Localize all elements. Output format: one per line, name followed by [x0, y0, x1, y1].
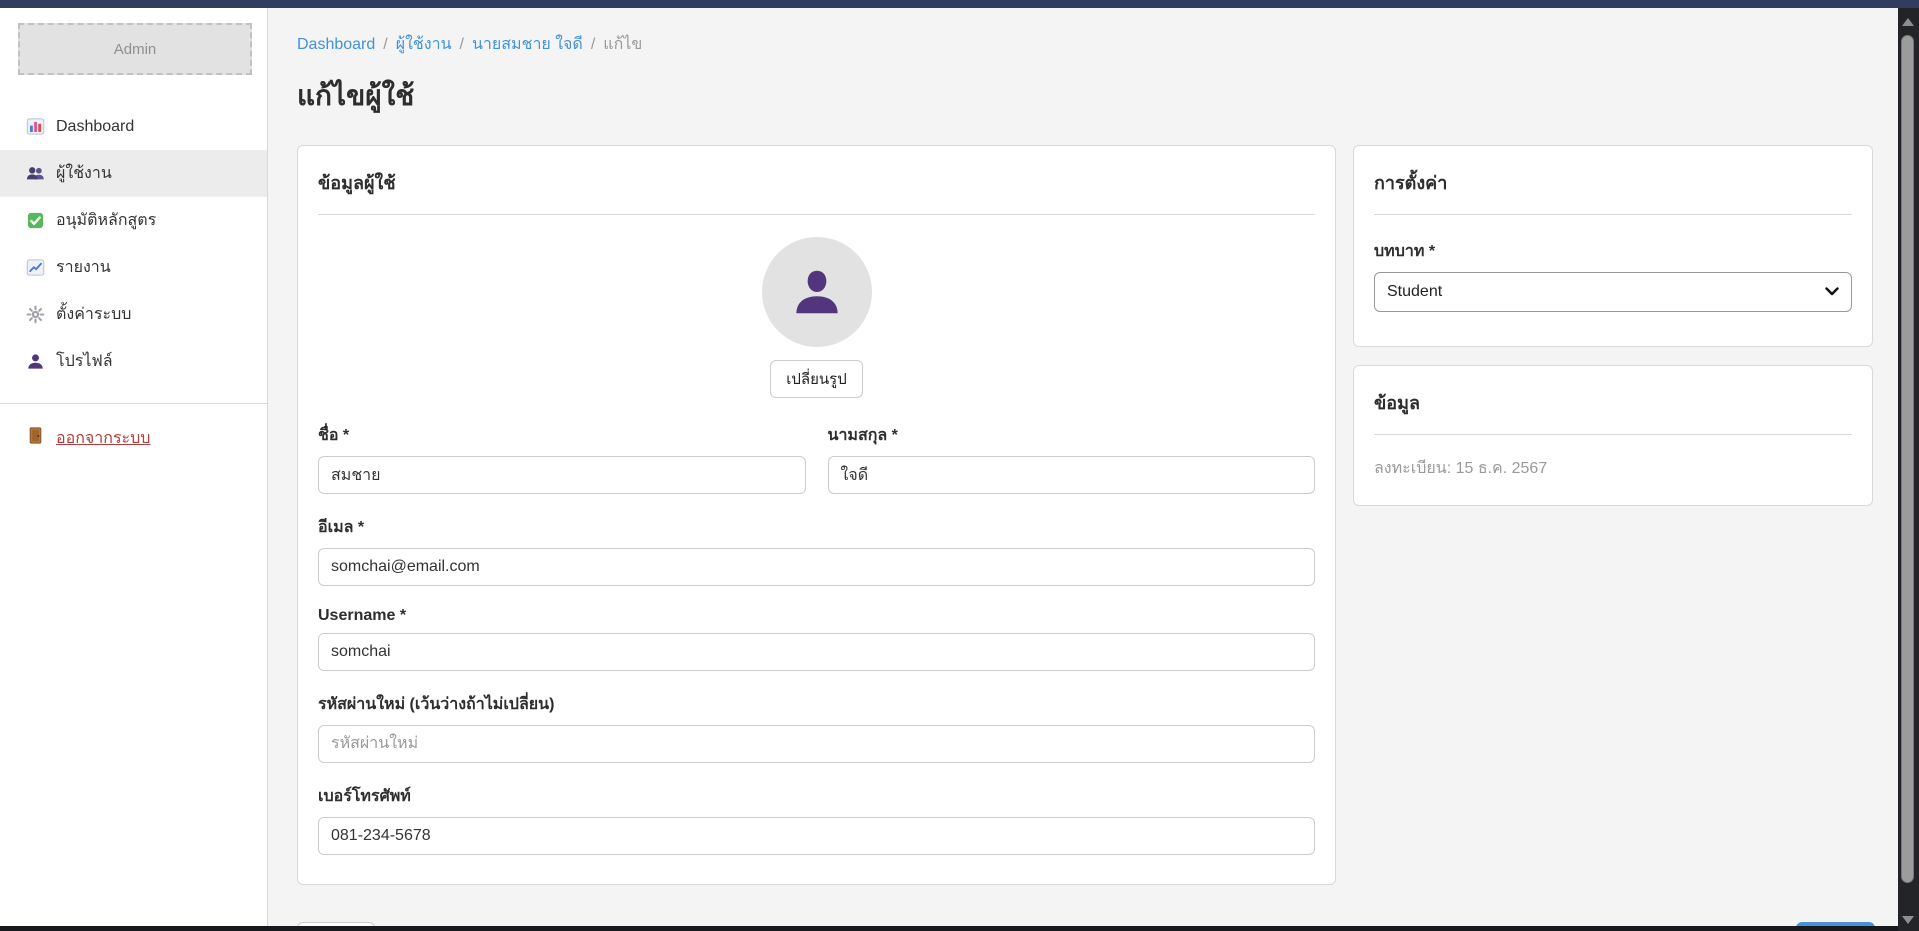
first-name-field-group: ชื่อ * — [318, 423, 806, 494]
password-field-group: รหัสผ่านใหม่ (เว้นว่างถ้าไม่เปลี่ยน) — [318, 692, 1315, 763]
breadcrumb-link-user-name[interactable]: นายสมชาย ใจดี — [472, 32, 583, 57]
settings-icon — [26, 305, 45, 324]
password-label: รหัสผ่านใหม่ (เว้นว่างถ้าไม่เปลี่ยน) — [318, 692, 1315, 717]
phone-label: เบอร์โทรศัพท์ — [318, 784, 1315, 809]
user-info-card-header: ข้อมูลผู้ใช้ — [318, 146, 1315, 215]
app-layout: Admin Dashboard ผู้ใช้งาน อนุมัติหลักสูต… — [0, 8, 1898, 926]
settings-card-header: การตั้งค่า — [1374, 146, 1852, 215]
breadcrumb: Dashboard / ผู้ใช้งาน / นายสมชาย ใจดี / … — [297, 32, 1875, 57]
window-scrollbar[interactable] — [1898, 8, 1919, 931]
logout-button[interactable]: ออกจากระบบ — [0, 418, 267, 458]
last-name-field-group: นามสกุล * — [828, 423, 1316, 494]
registered-date-text: ลงทะเบียน: 15 ธ.ค. 2567 — [1374, 456, 1852, 481]
page-title: แก้ไขผู้ใช้ — [297, 74, 1875, 118]
sidebar: Admin Dashboard ผู้ใช้งาน อนุมัติหลักสูต… — [0, 8, 268, 926]
sidebar-item-dashboard[interactable]: Dashboard — [0, 103, 267, 150]
username-field-group: Username * — [318, 607, 1315, 671]
phone-field-group: เบอร์โทรศัพท์ — [318, 784, 1315, 855]
info-card-header: ข้อมูล — [1374, 366, 1852, 435]
user-info-card: ข้อมูลผู้ใช้ เปลี่ยนรูป ชื่อ * นา — [297, 145, 1336, 885]
last-name-input[interactable] — [828, 456, 1316, 494]
window-top-bar — [0, 0, 1919, 8]
window-bottom-bar — [0, 926, 1919, 931]
avatar-section: เปลี่ยนรูป — [318, 237, 1315, 398]
last-name-label: นามสกุล * — [828, 423, 1316, 448]
sidebar-item-system-settings[interactable]: ตั้งค่าระบบ — [0, 291, 267, 338]
breadcrumb-current: แก้ไข — [603, 32, 642, 57]
info-card: ข้อมูล ลงทะเบียน: 15 ธ.ค. 2567 — [1353, 365, 1873, 506]
username-label: Username * — [318, 607, 1315, 625]
sidebar-divider — [0, 403, 267, 404]
new-password-input[interactable] — [318, 725, 1315, 763]
sidebar-item-label: ตั้งค่าระบบ — [56, 302, 131, 327]
sidebar-item-label: Dashboard — [56, 118, 134, 136]
door-icon — [26, 426, 45, 450]
side-column: การตั้งค่า บทบาท * Student ข้อมูล ลงทะเบ… — [1353, 145, 1873, 506]
phone-input[interactable] — [318, 817, 1315, 855]
role-label: บทบาท * — [1374, 239, 1852, 264]
sidebar-item-label: อนุมัติหลักสูตร — [56, 208, 156, 233]
sidebar-item-reports[interactable]: รายงาน — [0, 244, 267, 291]
breadcrumb-separator: / — [591, 36, 595, 54]
content-row: ข้อมูลผู้ใช้ เปลี่ยนรูป ชื่อ * นา — [297, 145, 1875, 885]
sidebar-item-profile[interactable]: โปรไฟล์ — [0, 338, 267, 385]
email-label: อีเมล * — [318, 515, 1315, 540]
main-content: Dashboard / ผู้ใช้งาน / นายสมชาย ใจดี / … — [268, 8, 1898, 926]
users-icon — [26, 164, 45, 183]
admin-logo-box: Admin — [18, 23, 252, 75]
sidebar-item-users[interactable]: ผู้ใช้งาน — [0, 150, 267, 197]
user-form: ชื่อ * นามสกุล * อีเมล * Username — [318, 423, 1315, 855]
change-photo-button[interactable]: เปลี่ยนรูป — [770, 360, 862, 398]
report-icon — [26, 258, 45, 277]
profile-icon — [26, 352, 45, 371]
username-input[interactable] — [318, 633, 1315, 671]
role-select[interactable]: Student — [1374, 272, 1852, 312]
scrollbar-down-arrow-icon[interactable] — [1902, 916, 1914, 924]
person-icon — [788, 263, 846, 321]
avatar — [762, 237, 872, 347]
breadcrumb-link-dashboard[interactable]: Dashboard — [297, 36, 375, 54]
sidebar-item-label: โปรไฟล์ — [56, 349, 113, 374]
breadcrumb-separator: / — [460, 36, 464, 54]
sidebar-nav: Dashboard ผู้ใช้งาน อนุมัติหลักสูตร รายง… — [0, 103, 267, 385]
sidebar-item-label: รายงาน — [56, 255, 111, 280]
email-field-group: อีเมล * — [318, 515, 1315, 586]
admin-logo-text: Admin — [114, 41, 157, 58]
breadcrumb-separator: / — [383, 36, 387, 54]
chevron-down-icon — [1825, 283, 1839, 301]
breadcrumb-link-users[interactable]: ผู้ใช้งาน — [396, 32, 452, 57]
settings-card: การตั้งค่า บทบาท * Student — [1353, 145, 1873, 347]
scrollbar-thumb[interactable] — [1901, 35, 1914, 883]
sidebar-item-label: ผู้ใช้งาน — [56, 161, 112, 186]
first-name-input[interactable] — [318, 456, 806, 494]
email-input[interactable] — [318, 548, 1315, 586]
scrollbar-up-arrow-icon[interactable] — [1902, 18, 1914, 26]
dashboard-icon — [26, 117, 45, 136]
approval-icon — [26, 211, 45, 230]
role-select-value: Student — [1387, 283, 1442, 301]
first-name-label: ชื่อ * — [318, 423, 806, 448]
logout-label: ออกจากระบบ — [56, 426, 150, 451]
sidebar-item-approve-courses[interactable]: อนุมัติหลักสูตร — [0, 197, 267, 244]
